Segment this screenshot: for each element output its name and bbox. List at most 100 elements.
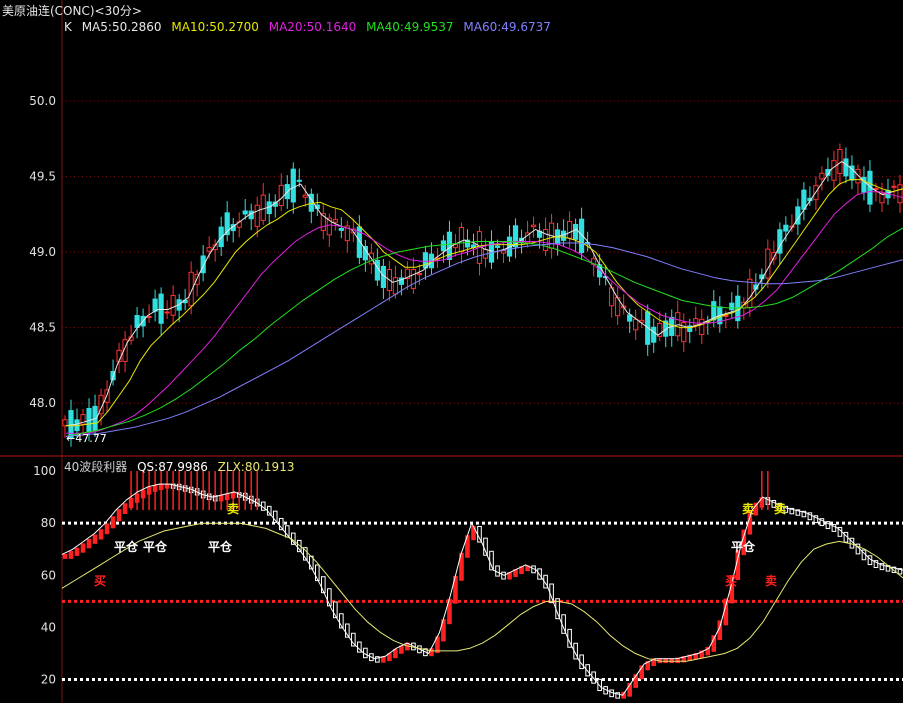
main-y-tick-label: 50.0	[29, 94, 56, 108]
indicator-bar	[74, 547, 80, 556]
candle-body	[843, 158, 849, 177]
indicator-y-tick-label: 80	[41, 516, 56, 530]
candle-body	[248, 210, 254, 220]
candle-body	[290, 168, 296, 203]
candle-body	[440, 240, 447, 252]
main-y-tick-label: 49.5	[29, 170, 56, 184]
indicator-name: 40波段利器	[64, 460, 128, 474]
candle-body	[410, 269, 417, 289]
candle-body	[278, 184, 284, 207]
candle-body	[573, 223, 579, 240]
signal-annotation: 卖	[774, 501, 786, 516]
candle-body	[723, 315, 729, 318]
signal-annotation: 平仓	[143, 539, 168, 554]
main-y-tick-label: 49.0	[29, 245, 56, 259]
candle-body	[675, 312, 681, 337]
indicator-y-tick-label: 20	[41, 673, 56, 687]
candle-body	[452, 244, 459, 249]
indicator-panel-grid	[62, 521, 903, 682]
indicator-bar	[483, 537, 488, 556]
candle-body	[254, 204, 260, 227]
indicator-bar	[363, 647, 368, 659]
min-price-label: ←47.77	[66, 432, 107, 445]
candle-body	[242, 210, 248, 215]
candle-body	[831, 160, 837, 181]
legend-k: K	[64, 20, 72, 34]
candle-body	[164, 311, 170, 314]
chart-stage: 50.0 49.5 49.0 48.5 48.0 ←47.77 100 80 60 40 20 买…	[0, 0, 903, 703]
legend-ma40: MA40:49.9537	[366, 20, 454, 34]
candle-body	[897, 184, 903, 204]
indicator-annotations: 买平仓 平仓 平仓卖平仓买 卖卖卖	[94, 501, 786, 588]
indicator-bar	[381, 656, 386, 663]
candle-body	[765, 248, 771, 279]
candle-body	[699, 318, 705, 335]
signal-annotation: 买	[94, 574, 106, 588]
indicator-bar	[669, 658, 675, 664]
candle-body	[783, 224, 789, 232]
indicator-bar	[68, 551, 74, 559]
main-y-tick-label: 48.5	[29, 321, 56, 335]
candle-body	[873, 187, 879, 190]
indicator-bar	[399, 645, 404, 654]
signal-annotation: 平仓	[114, 539, 139, 554]
ma40-line	[65, 227, 903, 437]
indicator-bar	[723, 598, 729, 626]
candle-body	[296, 179, 302, 182]
indicator-y-tick-label: 40	[41, 620, 56, 634]
indicator-bar	[104, 523, 110, 535]
candle-body	[567, 220, 573, 239]
main-y-tick-label: 48.0	[29, 396, 56, 410]
candle-body	[362, 246, 368, 261]
candle-body	[891, 185, 897, 188]
indicator-bar	[110, 516, 116, 529]
indicator-y-tick-label: 100	[33, 464, 56, 478]
candle-body	[332, 219, 338, 223]
indicator-bar	[116, 509, 122, 522]
indicator-qs: QS:87.9986	[137, 460, 208, 474]
candle-body	[651, 326, 657, 343]
indicator-bar	[80, 543, 86, 553]
legend-ma10: MA10:50.2700	[171, 20, 259, 34]
candle-body	[302, 194, 308, 198]
legend-ma5: MA5:50.2860	[81, 20, 162, 34]
candle-body	[62, 419, 68, 427]
candle-body	[633, 318, 639, 331]
candle-body	[560, 230, 567, 241]
candle-body	[392, 277, 398, 295]
indicator-legend: 40波段利器 QS:87.9986 ZLX:80.1913	[64, 458, 300, 475]
indicator-bar	[98, 529, 104, 540]
candle-body	[801, 189, 807, 210]
indicator-bar	[62, 553, 68, 559]
indicator-bar	[122, 503, 128, 515]
indicator-bar	[86, 538, 92, 549]
candle-body	[693, 318, 699, 326]
legend-ma20: MA20:50.1640	[268, 20, 357, 34]
candlestick-series	[62, 143, 903, 447]
ma-legend: K MA5:50.2860 MA10:50.2700 MA20:50.1640 …	[64, 20, 557, 34]
candle-body	[152, 298, 158, 312]
candle-body	[170, 295, 176, 316]
candle-body	[416, 273, 423, 276]
signal-annotation: 卖	[227, 501, 239, 516]
indicator-bar	[501, 571, 506, 580]
candle-body	[494, 245, 501, 248]
candle-body	[206, 247, 212, 252]
candle-body	[422, 252, 429, 269]
candle-body	[338, 227, 344, 231]
main-panel-grid	[0, 0, 903, 703]
signal-annotation: 平仓	[208, 539, 233, 554]
legend-ma60: MA60:49.6737	[463, 20, 551, 34]
signal-annotation: 平仓	[731, 539, 756, 554]
candle-body	[158, 293, 164, 324]
signal-annotation: 卖	[765, 573, 777, 588]
indicator-bar	[92, 534, 98, 544]
indicator-y-axis: 100 80 60 40 20	[33, 464, 56, 687]
indicator-bar	[393, 648, 398, 659]
candle-body	[747, 278, 753, 308]
chart-title: 美原油连(CONC)<30分>	[2, 4, 142, 18]
candle-body	[729, 302, 735, 311]
signal-annotation: 买	[725, 574, 737, 588]
main-y-axis: 50.0 49.5 49.0 48.5 48.0 ←47.77	[29, 94, 106, 445]
candle-body	[530, 224, 537, 228]
